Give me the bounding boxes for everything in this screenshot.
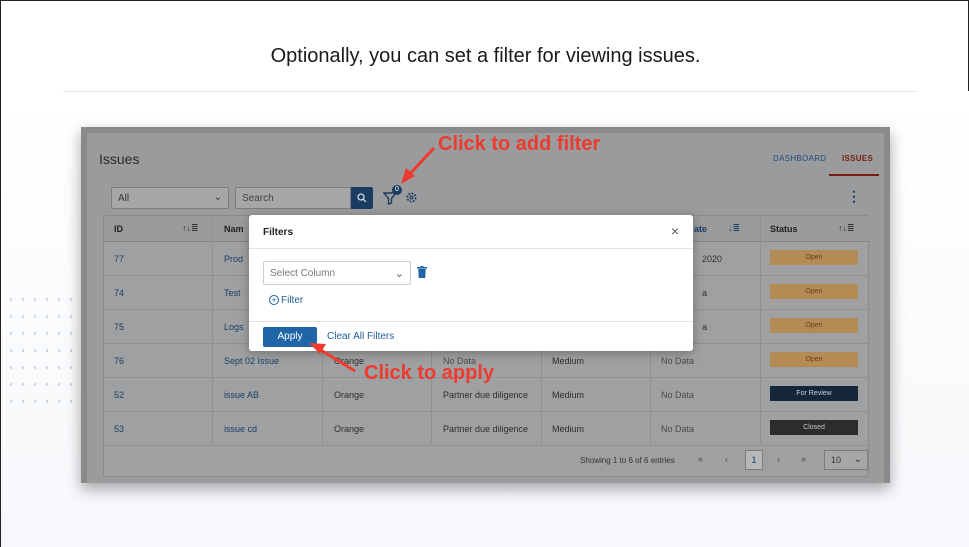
filters-modal: Filters × Select Column ⌄ + Filter Apply …: [249, 215, 693, 351]
status-badge: Open: [770, 284, 858, 299]
cell-type: Partner due diligence: [443, 390, 529, 400]
plus-circle-icon: +: [269, 295, 279, 305]
cell-type: Partner due diligence: [443, 424, 529, 434]
cell-date: No Data: [661, 356, 695, 366]
more-options-icon[interactable]: ⋮: [847, 188, 861, 205]
last-page-button[interactable]: »: [801, 454, 806, 464]
close-icon[interactable]: ×: [671, 223, 679, 239]
filter-count-badge: 0: [392, 185, 402, 195]
pagination: Showing 1 to 6 of 6 entries « ‹ 1 › » 10…: [104, 444, 870, 478]
cell-id[interactable]: 75: [114, 322, 124, 332]
header-name: Nam: [224, 224, 244, 234]
current-page-button[interactable]: 1: [745, 450, 763, 470]
cell-id[interactable]: 77: [114, 254, 124, 264]
pagination-info: Showing 1 to 6 of 6 entries: [580, 456, 675, 465]
slide-title: Optionally, you can set a filter for vie…: [270, 45, 701, 67]
cell-name[interactable]: Logs: [224, 322, 244, 332]
search-input[interactable]: Search: [235, 187, 351, 209]
cell-id[interactable]: 53: [114, 424, 124, 434]
sort-icon[interactable]: ↑↓≣: [182, 223, 199, 234]
status-badge: For Review: [770, 386, 858, 401]
active-tab-indicator: [829, 174, 879, 176]
annotation-add-filter: Click to add filter: [438, 133, 601, 155]
header-date: ate: [694, 224, 708, 234]
app-screenshot: Issues DASHBOARD ISSUES All ⌄ Search 0 ⋮…: [81, 127, 890, 483]
clear-all-filters-link[interactable]: Clear All Filters: [327, 331, 394, 342]
apply-button[interactable]: Apply: [263, 327, 317, 347]
cell-name[interactable]: issue AB: [224, 390, 259, 400]
chevron-down-icon: ⌄: [853, 454, 862, 465]
modal-title: Filters: [263, 227, 294, 238]
search-icon: [357, 193, 367, 203]
modal-divider: [249, 248, 693, 249]
cell-category: Orange: [334, 356, 365, 366]
cell-date: a: [702, 288, 708, 298]
cell-date: 2020: [702, 254, 723, 264]
issue-scope-value: All: [118, 193, 130, 204]
next-page-button[interactable]: ›: [777, 454, 780, 464]
status-badge: Open: [770, 352, 858, 367]
title-divider: [63, 91, 918, 92]
chevron-down-icon: ⌄: [394, 268, 404, 280]
status-badge: Open: [770, 250, 858, 265]
trash-icon[interactable]: [417, 266, 427, 278]
header-id: ID: [114, 224, 123, 234]
search-button[interactable]: [351, 187, 373, 209]
sort-icon[interactable]: ↓≣: [728, 223, 740, 234]
cell-category: Orange: [334, 390, 365, 400]
issue-scope-select[interactable]: All ⌄: [111, 187, 229, 209]
column-select-placeholder: Select Column: [270, 268, 336, 279]
cell-name[interactable]: Prod: [224, 254, 243, 264]
app-window: Issues DASHBOARD ISSUES All ⌄ Search 0 ⋮…: [87, 133, 884, 483]
first-page-button[interactable]: «: [698, 454, 703, 464]
chevron-down-icon: ⌄: [213, 192, 222, 203]
prev-page-button[interactable]: ‹: [725, 454, 728, 464]
cell-name[interactable]: Sept 02 Issue: [224, 356, 279, 366]
status-badge: Open: [770, 318, 858, 333]
cell-date: No Data: [661, 390, 695, 400]
cell-priority: Medium: [552, 390, 585, 400]
sort-icon[interactable]: ↑↓≣: [838, 223, 855, 234]
cell-id[interactable]: 76: [114, 356, 124, 366]
cell-priority: Medium: [552, 424, 585, 434]
page-size-select[interactable]: 10 ⌄: [824, 450, 868, 470]
cell-name[interactable]: Test: [224, 288, 241, 298]
header-status: Status: [770, 224, 798, 234]
page-size-value: 10: [831, 455, 842, 465]
cell-name[interactable]: issue cd: [224, 424, 257, 434]
tab-dashboard[interactable]: DASHBOARD: [773, 154, 826, 163]
cell-date: No Data: [661, 424, 695, 434]
cell-priority: Medium: [552, 356, 585, 366]
modal-divider: [249, 321, 693, 322]
annotation-apply: Click to apply: [364, 362, 495, 384]
page-title: Issues: [99, 151, 140, 167]
column-select[interactable]: Select Column ⌄: [263, 261, 411, 285]
dot-pattern: [5, 291, 85, 411]
cell-id[interactable]: 74: [114, 288, 124, 298]
table-row[interactable]: 53 issue cd Orange Partner due diligence…: [104, 412, 870, 446]
add-filter-label: Filter: [281, 295, 304, 306]
cell-date: a: [702, 322, 708, 332]
cell-category: Orange: [334, 424, 365, 434]
status-badge: Closed: [770, 420, 858, 435]
tab-issues[interactable]: ISSUES: [842, 154, 873, 163]
gear-icon[interactable]: [405, 191, 418, 204]
cell-id[interactable]: 52: [114, 390, 124, 400]
add-filter-button[interactable]: + Filter: [269, 295, 303, 306]
